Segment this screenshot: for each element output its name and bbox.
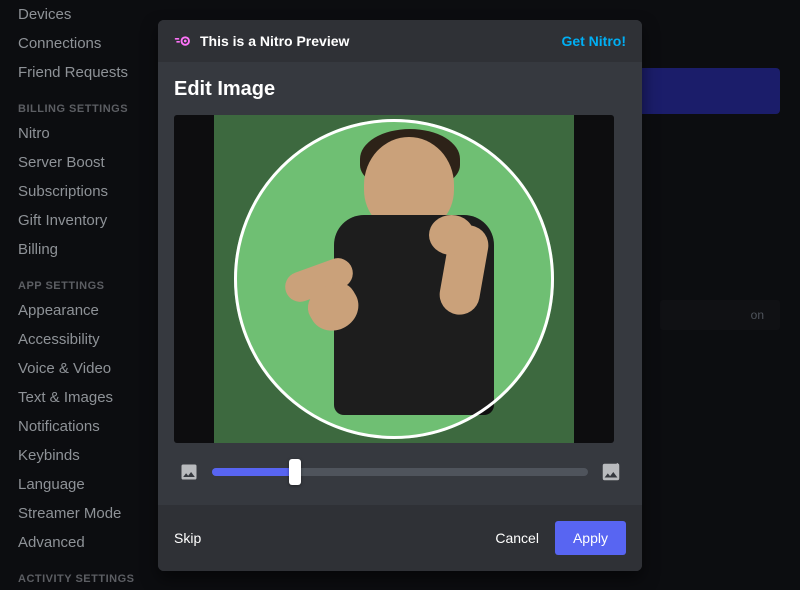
skip-button[interactable]: Skip bbox=[174, 530, 201, 546]
cancel-button[interactable]: Cancel bbox=[495, 530, 539, 546]
modal-overlay: This is a Nitro Preview Get Nitro! Edit … bbox=[0, 0, 800, 590]
zoom-out-icon bbox=[178, 461, 200, 483]
nitro-preview-label: This is a Nitro Preview bbox=[200, 33, 349, 49]
image-crop-preview[interactable] bbox=[174, 115, 614, 443]
edit-image-modal: This is a Nitro Preview Get Nitro! Edit … bbox=[158, 20, 642, 571]
modal-title: Edit Image bbox=[174, 78, 626, 101]
zoom-slider-thumb[interactable] bbox=[289, 459, 301, 485]
apply-button[interactable]: Apply bbox=[555, 521, 626, 555]
zoom-slider-fill bbox=[212, 468, 295, 476]
nitro-icon bbox=[174, 32, 192, 50]
modal-header: This is a Nitro Preview Get Nitro! bbox=[158, 20, 642, 62]
zoom-in-icon bbox=[600, 461, 622, 483]
zoom-slider[interactable] bbox=[212, 468, 588, 476]
get-nitro-link[interactable]: Get Nitro! bbox=[561, 33, 626, 49]
zoom-slider-row bbox=[174, 443, 626, 489]
preview-image bbox=[174, 115, 614, 443]
modal-footer: Skip Cancel Apply bbox=[158, 505, 642, 571]
